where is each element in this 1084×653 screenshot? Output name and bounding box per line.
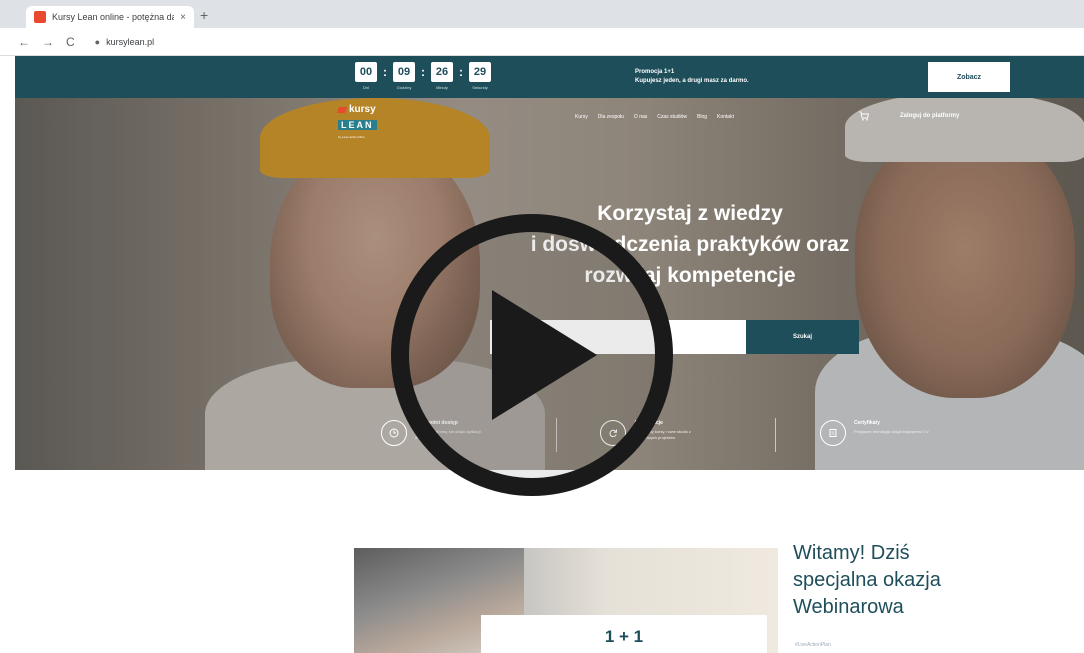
new-tab-button[interactable]: +	[200, 7, 208, 23]
nav-item-dla-zespolu[interactable]: Dla zespołu	[598, 114, 624, 120]
promo-image-card[interactable]: 1 + 1	[354, 548, 778, 653]
countdown-label: Minuty	[436, 85, 448, 90]
video-play-icon[interactable]	[382, 205, 682, 505]
countdown-value: 29	[469, 62, 491, 82]
promo-bar: 00 Dni : 09 Godziny : 26 Minuty : 29 Sek…	[15, 56, 1084, 98]
countdown-label: Sekundy	[472, 85, 488, 90]
logo-top: kursy	[336, 104, 396, 115]
countdown-separator: :	[459, 65, 463, 79]
card-offer-number: 1 + 1	[604, 627, 644, 646]
browser-toolbar: ← → C ● kursylean.pl	[0, 28, 1084, 56]
url-text: kursylean.pl	[106, 36, 155, 47]
countdown-hours: 09 Godziny	[393, 62, 415, 90]
promo-subtitle: Kupujesz jeden, a drugi masz za darmo.	[635, 78, 749, 84]
nav-item-o-nas[interactable]: O nas	[634, 114, 647, 120]
login-link[interactable]: Zaloguj do platformy	[900, 113, 959, 119]
countdown-separator: :	[421, 65, 425, 79]
countdown-label: Godziny	[396, 85, 412, 90]
countdown-seconds: 29 Sekundy	[469, 62, 491, 90]
feature-desc: Przyjazne rekrutacja dzięki krajowemu CV	[854, 429, 929, 434]
lock-icon: ●	[94, 36, 101, 47]
certificate-icon	[820, 420, 846, 446]
promo-text: Promocja 1+1 Kupujesz jeden, a drugi mas…	[635, 68, 749, 86]
tab-title: Kursy Lean online - potężna da...	[52, 12, 175, 22]
welcome-line-3: Webinarowa	[793, 596, 904, 618]
nav-item-czas-studiow[interactable]: Czas studiów	[657, 114, 687, 120]
browser-window: Kursy Lean online - potężna da... × + ← …	[0, 0, 1084, 653]
countdown-value: 00	[355, 62, 377, 82]
search-button[interactable]: Szukaj	[746, 320, 859, 354]
card-panel: 1 + 1	[481, 615, 767, 653]
close-tab-icon[interactable]: ×	[180, 12, 186, 23]
feature-title: Certyfikaty	[854, 420, 880, 426]
welcome-line-1: Witamy! Dziś	[793, 542, 910, 564]
countdown-label: Dni	[362, 85, 369, 90]
tab-bar: Kursy Lean online - potężna da... × +	[0, 0, 1084, 28]
logo-mark-icon	[336, 106, 348, 113]
countdown-separator: :	[383, 65, 387, 79]
logo-kursy: kursy	[349, 104, 376, 115]
browser-tab[interactable]: Kursy Lean online - potężna da... ×	[26, 6, 194, 28]
welcome-line-2: specjalna okazja	[793, 569, 941, 591]
back-button[interactable]: ←	[18, 35, 30, 49]
feature-divider	[775, 418, 776, 452]
welcome-heading: Witamy! Dziś specjalna okazja Webinarowa	[793, 540, 993, 621]
nav-item-blog[interactable]: Blog	[697, 114, 707, 120]
countdown-timer: 00 Dni : 09 Godziny : 26 Minuty : 29 Sek…	[355, 62, 491, 90]
countdown-minutes: 26 Minuty	[431, 62, 453, 90]
countdown-days: 00 Dni	[355, 62, 377, 90]
favicon-icon	[34, 11, 46, 23]
hashtag[interactable]: #LiveActionPlan	[795, 642, 831, 648]
logo-lean: LEAN	[338, 120, 377, 130]
countdown-value: 09	[393, 62, 415, 82]
forward-button[interactable]: →	[42, 35, 54, 49]
logo-subtitle: by Lean Action Plan	[338, 135, 365, 139]
promo-see-button[interactable]: Zobacz	[928, 62, 1010, 92]
nav-item-kursy[interactable]: Kursy	[575, 114, 588, 120]
promo-title: Promocja 1+1	[635, 69, 675, 75]
feature-certificates: Certyfikaty Przyjazne rekrutacja dzięki …	[820, 420, 934, 446]
cart-icon[interactable]	[859, 111, 869, 121]
countdown-value: 26	[431, 62, 453, 82]
site-nav: Kursy Dla zespołu O nas Czas studiów Blo…	[575, 114, 734, 120]
nav-item-kontakt[interactable]: Kontakt	[717, 114, 734, 120]
site-logo[interactable]: kursy LEAN by Lean Action Plan	[336, 104, 396, 139]
reload-button[interactable]: C	[66, 35, 75, 49]
address-bar[interactable]: ● kursylean.pl	[87, 32, 162, 52]
